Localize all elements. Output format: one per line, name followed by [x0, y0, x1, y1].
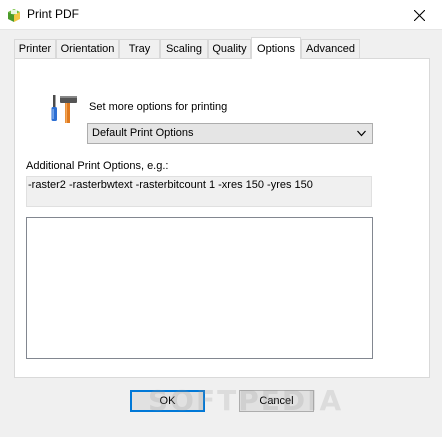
tab-tray[interactable]: Tray	[119, 39, 160, 58]
tab-orientation[interactable]: Orientation	[56, 39, 119, 58]
select-value: Default Print Options	[92, 127, 194, 139]
close-button[interactable]	[396, 0, 442, 30]
window-title: Print PDF	[27, 7, 80, 21]
close-icon	[413, 9, 425, 21]
custom-options-textarea[interactable]	[26, 217, 373, 359]
cancel-button[interactable]: Cancel	[239, 390, 314, 412]
set-more-options-label: Set more options for printing	[89, 101, 228, 113]
additional-options-label: Additional Print Options, e.g.:	[26, 160, 169, 172]
chevron-down-icon	[357, 130, 366, 137]
tab-advanced[interactable]: Advanced	[301, 39, 360, 58]
ok-button[interactable]: OK	[130, 390, 205, 412]
tools-icon	[51, 95, 77, 123]
tab-quality[interactable]: Quality	[208, 39, 251, 58]
printer-app-icon	[8, 9, 20, 22]
print-options-preset-select[interactable]: Default Print Options	[87, 123, 373, 144]
tab-options[interactable]: Options	[251, 37, 301, 59]
title-bar[interactable]: Print PDF	[0, 0, 442, 30]
tab-printer[interactable]: Printer	[14, 39, 56, 58]
example-options-field: -raster2 -rasterbwtext -rasterbitcount 1…	[26, 176, 372, 207]
tab-scaling[interactable]: Scaling	[160, 39, 208, 58]
